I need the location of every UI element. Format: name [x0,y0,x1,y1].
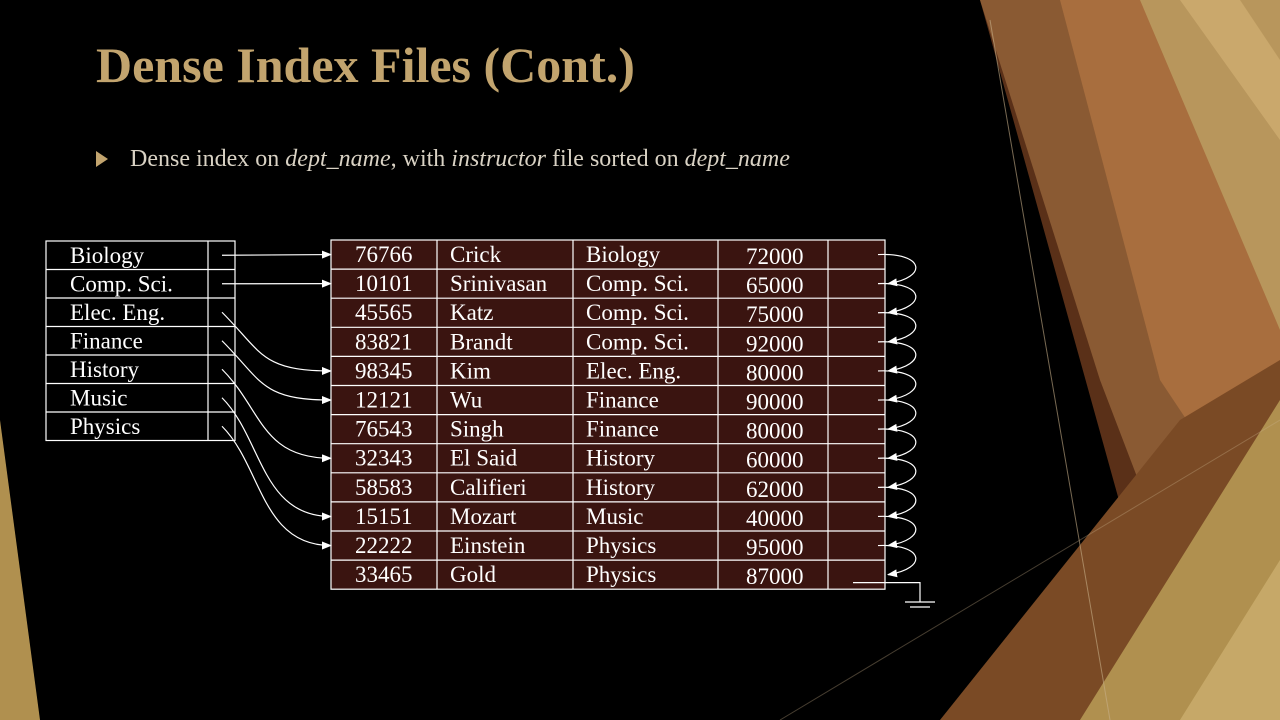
index-pointer-arrow [221,311,332,375]
record-name: El Said [450,446,518,471]
record-salary: 90000 [746,390,804,415]
index-pointer-arrow [221,250,332,259]
record-id: 32343 [355,446,413,471]
record-name: Mozart [450,504,517,529]
record-name: Crick [450,242,502,267]
index-pointer-arrow [221,425,332,550]
record-salary: 80000 [746,360,804,385]
record-name: Katz [450,300,493,325]
record-dept: Physics [586,562,656,587]
record-name: Califieri [450,475,527,500]
record-salary: 62000 [746,477,804,502]
index-pointer-arrow [221,368,332,463]
record-dept: Finance [586,388,659,413]
record-salary: 65000 [746,273,804,298]
record-id: 15151 [355,504,413,529]
record-salary: 75000 [746,302,804,327]
record-id: 76766 [355,242,413,267]
record-salary: 80000 [746,419,804,444]
index-entry-label: Physics [70,414,140,439]
record-dept: Comp. Sci. [586,300,689,325]
index-entry-label: Finance [70,329,143,354]
record-dept: History [586,446,656,471]
record-id: 10101 [355,271,413,296]
record-salary: 72000 [746,244,804,269]
record-name: Einstein [450,533,526,558]
record-salary: 92000 [746,331,804,356]
record-name: Wu [450,388,483,413]
record-salary: 87000 [746,564,804,589]
record-id: 45565 [355,300,413,325]
record-dept: Comp. Sci. [586,271,689,296]
record-dept: History [586,475,656,500]
record-name: Gold [450,562,497,587]
record-id: 12121 [355,388,413,413]
record-dept: Comp. Sci. [586,329,689,354]
index-entry-label: Music [70,386,128,411]
record-dept: Music [586,504,644,529]
record-dept: Elec. Eng. [586,358,681,383]
record-name: Brandt [450,329,513,354]
record-name: Srinivasan [450,271,548,296]
record-name: Kim [450,358,491,383]
record-id: 98345 [355,358,413,383]
index-entry-label: Biology [70,243,145,268]
index-entry-label: Elec. Eng. [70,300,165,325]
record-id: 76543 [355,417,413,442]
record-id: 33465 [355,562,413,587]
record-salary: 95000 [746,535,804,560]
record-id: 58583 [355,475,413,500]
record-id: 22222 [355,533,413,558]
index-entry-label: Comp. Sci. [70,272,173,297]
dense-index-diagram: Biology Comp. Sci. Elec. Eng. Finance Histor… [45,239,935,608]
slide: Dense Index Files (Cont.) Dense index on… [0,0,1280,720]
record-name: Singh [450,417,504,442]
record-salary: 60000 [746,448,804,473]
record-salary: 40000 [746,506,804,531]
record-dept: Physics [586,533,656,558]
record-dept: Finance [586,417,659,442]
record-dept: Biology [586,242,661,267]
index-entry-label: History [70,357,140,382]
record-id: 83821 [355,329,413,354]
